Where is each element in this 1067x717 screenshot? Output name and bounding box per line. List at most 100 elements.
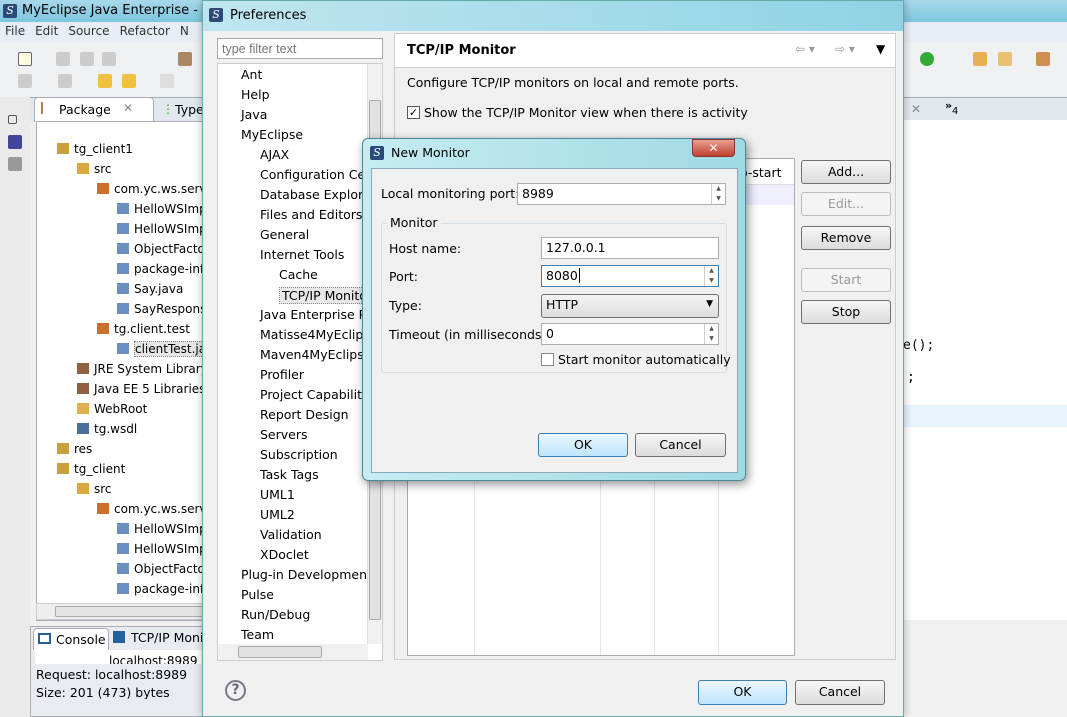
- tab-package[interactable]: Package ✕: [34, 97, 154, 122]
- cancel-button[interactable]: Cancel: [635, 433, 726, 457]
- new-class-icon[interactable]: [920, 52, 934, 66]
- preference-tree-item[interactable]: Database Explore: [260, 187, 371, 202]
- preference-tree-item[interactable]: XDoclet: [260, 547, 309, 562]
- preference-tree-item[interactable]: Java: [241, 107, 267, 122]
- print-icon[interactable]: [102, 52, 116, 66]
- tree-item[interactable]: HelloWSImp: [117, 522, 207, 536]
- tree-item[interactable]: package-inf: [117, 582, 204, 596]
- forward-icon[interactable]: [160, 74, 174, 88]
- preference-tree-item[interactable]: Ant: [241, 67, 262, 82]
- forward-nav-icon[interactable]: ⇨ ▾: [835, 42, 855, 56]
- tree-item[interactable]: Say.java: [117, 282, 183, 296]
- open-project-icon[interactable]: [973, 52, 987, 66]
- explorer-horizontal-scrollbar[interactable]: [36, 603, 208, 620]
- start-button[interactable]: Start: [801, 268, 891, 292]
- host-name-field[interactable]: 127.0.0.1: [541, 237, 719, 259]
- preference-tree-item[interactable]: Cache: [279, 267, 318, 282]
- ok-button[interactable]: OK: [538, 433, 628, 457]
- port-field[interactable]: 8080 ▲ ▼: [541, 265, 719, 287]
- filter-input[interactable]: [217, 38, 383, 59]
- close-icon[interactable]: ✕: [123, 101, 133, 115]
- tree-item[interactable]: ObjectFacto: [117, 242, 205, 256]
- preference-tree-item[interactable]: Team: [241, 627, 274, 642]
- tree-item[interactable]: ObjectFacto: [117, 562, 205, 576]
- tab-type[interactable]: Type: [175, 102, 204, 117]
- preference-tree-item[interactable]: Matisse4MyEclips: [260, 327, 370, 342]
- prev-annotation-icon[interactable]: [58, 74, 72, 88]
- menu-edit[interactable]: Edit: [30, 22, 63, 40]
- next-annotation-icon[interactable]: [18, 74, 32, 88]
- preference-tree-item[interactable]: MyEclipse: [241, 127, 303, 142]
- edit-button[interactable]: Edit...: [801, 192, 891, 216]
- run-icon[interactable]: [998, 52, 1012, 66]
- preference-tree-item[interactable]: Task Tags: [260, 467, 319, 482]
- preference-tree-item[interactable]: Maven4MyEclipse: [260, 347, 371, 362]
- save-icon[interactable]: [56, 52, 70, 66]
- timeout-spinner[interactable]: ▲ ▼: [704, 324, 718, 344]
- preference-tree-item[interactable]: Project Capabilitie: [260, 387, 373, 402]
- preference-tree-item[interactable]: Servers: [260, 427, 308, 442]
- timeout-field[interactable]: 0 ▲ ▼: [541, 323, 719, 345]
- tree-item[interactable]: package-inf: [117, 262, 204, 276]
- type-select[interactable]: HTTP ▼: [541, 294, 719, 318]
- help-icon[interactable]: ?: [225, 680, 246, 701]
- ok-button[interactable]: OK: [698, 680, 787, 705]
- restore-icon[interactable]: [8, 115, 17, 124]
- back-icon[interactable]: [122, 74, 136, 88]
- preference-tree-item[interactable]: Validation: [260, 527, 322, 542]
- menu-navigate[interactable]: N: [175, 22, 194, 40]
- open-folder-icon[interactable]: [1036, 52, 1050, 66]
- last-edit-icon[interactable]: [98, 74, 112, 88]
- local-port-spinner[interactable]: ▲ ▼: [711, 184, 725, 204]
- close-button[interactable]: ✕: [692, 139, 735, 157]
- preference-tree-item[interactable]: Java Enterprise Pr: [260, 307, 371, 322]
- show-view-checkbox[interactable]: ✓: [407, 106, 420, 119]
- tree-item[interactable]: tg_client: [57, 462, 125, 476]
- view-menu-icon[interactable]: ▼: [876, 42, 885, 56]
- new-icon[interactable]: [18, 52, 32, 66]
- stop-button[interactable]: Stop: [801, 300, 891, 324]
- preference-tree-item[interactable]: Internet Tools: [260, 247, 344, 262]
- tree-item[interactable]: tg.wsdl: [77, 422, 137, 436]
- remove-button[interactable]: Remove: [801, 226, 891, 250]
- tab-console[interactable]: Console: [33, 628, 109, 650]
- menu-refactor[interactable]: Refactor: [115, 22, 175, 40]
- preference-tree-item[interactable]: TCP/IP Monito: [279, 287, 370, 304]
- port-spinner[interactable]: ▲ ▼: [704, 266, 718, 286]
- tree-item[interactable]: src: [77, 162, 112, 176]
- preference-tree-item[interactable]: Files and Editors: [260, 207, 362, 222]
- preference-tree-item[interactable]: Report Design: [260, 407, 349, 422]
- outline-icon[interactable]: [8, 157, 22, 171]
- tree-item[interactable]: tg_client1: [57, 142, 133, 156]
- hierarchy-icon[interactable]: [8, 135, 22, 149]
- preference-tree-item[interactable]: UML1: [260, 487, 295, 502]
- preference-tree-item[interactable]: Help: [241, 87, 270, 102]
- tab-tcpip-monitor[interactable]: TCP/IP Moni: [131, 630, 203, 645]
- preference-tree-item[interactable]: Profiler: [260, 367, 304, 382]
- preference-tree-item[interactable]: Plug-in Development: [241, 567, 372, 582]
- auto-start-checkbox[interactable]: [541, 353, 554, 366]
- cancel-button[interactable]: Cancel: [795, 680, 885, 705]
- preference-tree-item[interactable]: AJAX: [260, 147, 289, 162]
- tree-item[interactable]: tg.client.test: [97, 322, 190, 336]
- code-editor[interactable]: e(); ;: [903, 120, 1067, 620]
- tree-item[interactable]: JRE System Library: [77, 362, 207, 376]
- tree-horizontal-scrollbar[interactable]: [218, 644, 368, 660]
- tree-item[interactable]: HelloWSImp: [117, 222, 207, 236]
- tree-item[interactable]: Java EE 5 Libraries: [77, 382, 205, 396]
- tree-item[interactable]: com.yc.ws.servi: [97, 182, 207, 196]
- tree-item[interactable]: WebRoot: [77, 402, 147, 416]
- tree-item[interactable]: SayRespons: [117, 302, 206, 316]
- tree-item[interactable]: HelloWSImp: [117, 542, 207, 556]
- menu-file[interactable]: File: [0, 22, 30, 40]
- tree-item[interactable]: src: [77, 482, 112, 496]
- tree-item[interactable]: com.yc.ws.servi: [97, 502, 207, 516]
- menu-source[interactable]: Source: [63, 22, 114, 40]
- tree-item[interactable]: res: [57, 442, 92, 456]
- save-all-icon[interactable]: [80, 52, 94, 66]
- preference-tree-item[interactable]: Subscription: [260, 447, 338, 462]
- monitor-entry[interactable]: localhost:8989: [109, 654, 197, 664]
- preference-tree-item[interactable]: Run/Debug: [241, 607, 310, 622]
- back-nav-icon[interactable]: ⇦ ▾: [795, 42, 815, 56]
- preference-tree-item[interactable]: General: [260, 227, 309, 242]
